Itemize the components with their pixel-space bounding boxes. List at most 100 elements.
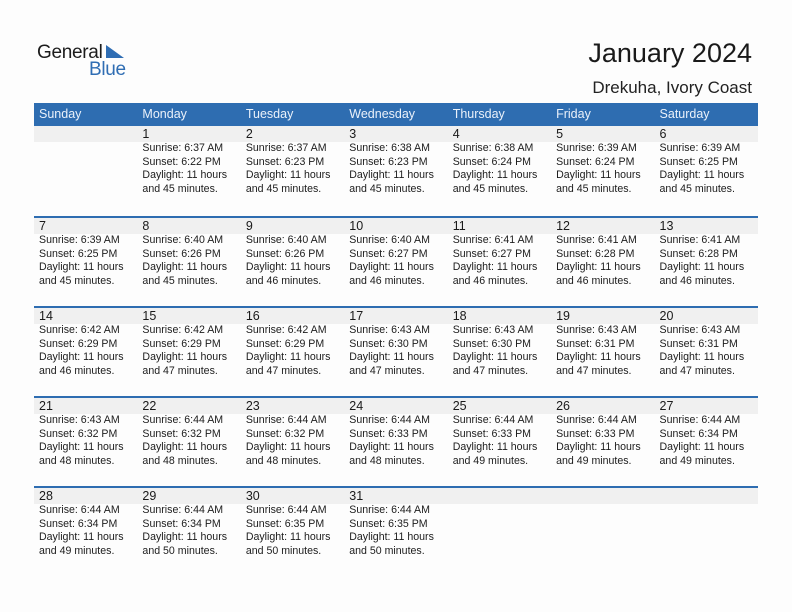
sunrise-text: Sunrise: 6:44 AM — [349, 504, 430, 516]
sunrise-text: Sunrise: 6:43 AM — [659, 324, 741, 336]
daylight-minutes-text: and 49 minutes. — [452, 454, 529, 467]
daylight-text: Daylight: 11 hours — [142, 441, 228, 453]
sunrise-text: Sunrise: 6:37 AM — [245, 142, 327, 154]
sunset-text: Sunset: 6:25 PM — [659, 155, 738, 168]
day-cell: 10 Sunrise: 6:40 AM Sunset: 6:27 PM Dayligh… — [344, 218, 447, 288]
day-cell: 4 Sunrise: 6:38 AM Sunset: 6:24 PM Daylight… — [448, 126, 551, 196]
daylight-minutes-text: and 45 minutes. — [142, 182, 218, 195]
sunset-text: Sunset: 6:33 PM — [556, 427, 635, 440]
daylight-text: Daylight: 11 hours — [245, 169, 331, 181]
day-cell: 24 Sunrise: 6:44 AM Sunset: 6:33 PM Dayligh… — [344, 398, 447, 468]
sunrise-text: Sunrise: 6:40 AM — [349, 234, 430, 246]
sunset-text: Sunset: 6:34 PM — [142, 517, 221, 530]
sunrise-text: Sunrise: 6:40 AM — [142, 234, 224, 246]
day-cell: 30 Sunrise: 6:44 AM Sunset: 6:35 PM Dayligh… — [241, 488, 344, 558]
sunrise-text: Sunrise: 6:38 AM — [452, 142, 534, 154]
daylight-minutes-text: and 46 minutes. — [659, 274, 735, 287]
sunset-text: Sunset: 6:27 PM — [452, 247, 532, 260]
daylight-minutes-text: and 46 minutes. — [452, 274, 529, 287]
daylight-text: Daylight: 11 hours — [245, 531, 331, 543]
day-number: 9 — [245, 219, 253, 233]
daylight-text: Daylight: 11 hours — [659, 261, 745, 273]
daylight-text: Daylight: 11 hours — [245, 261, 331, 273]
day-number: 24 — [349, 399, 364, 413]
sunrise-text: Sunrise: 6:42 AM — [245, 324, 327, 336]
day-cell: 18 Sunrise: 6:43 AM Sunset: 6:30 PM Dayligh… — [448, 308, 551, 378]
sunset-text: Sunset: 6:35 PM — [245, 517, 325, 530]
sunset-text: Sunset: 6:33 PM — [452, 427, 532, 440]
empty-day-cell — [448, 488, 551, 558]
daylight-minutes-text: and 45 minutes. — [452, 182, 529, 195]
day-number: 22 — [142, 399, 157, 413]
sunrise-text: Sunrise: 6:44 AM — [349, 414, 430, 426]
daylight-minutes-text: and 47 minutes. — [452, 364, 529, 377]
daylight-minutes-text: and 46 minutes. — [556, 274, 632, 287]
sunrise-text: Sunrise: 6:43 AM — [349, 324, 430, 336]
daylight-text: Daylight: 11 hours — [245, 441, 331, 453]
daylight-text: Daylight: 11 hours — [39, 441, 124, 453]
sunrise-text: Sunrise: 6:43 AM — [452, 324, 534, 336]
day-cell: 26 Sunrise: 6:44 AM Sunset: 6:33 PM Dayligh… — [551, 398, 654, 468]
day-number: 6 — [659, 127, 667, 141]
daylight-minutes-text: and 47 minutes. — [659, 364, 735, 377]
empty-day-cell — [551, 488, 654, 558]
day-number: 25 — [452, 399, 467, 413]
day-cell: 2 Sunrise: 6:37 AM Sunset: 6:23 PM Daylight… — [241, 126, 344, 196]
day-cell: 28 Sunrise: 6:44 AM Sunset: 6:34 PM Dayligh… — [34, 488, 137, 558]
sunrise-text: Sunrise: 6:42 AM — [142, 324, 224, 336]
daylight-minutes-text: and 49 minutes. — [39, 544, 115, 557]
sunset-text: Sunset: 6:24 PM — [556, 155, 635, 168]
daylight-minutes-text: and 46 minutes. — [245, 274, 322, 287]
sunrise-text: Sunrise: 6:44 AM — [556, 414, 637, 426]
sunset-text: Sunset: 6:33 PM — [349, 427, 428, 440]
sunrise-text: Sunrise: 6:41 AM — [659, 234, 741, 246]
sunset-text: Sunset: 6:34 PM — [659, 427, 738, 440]
daylight-text: Daylight: 11 hours — [142, 531, 228, 543]
daylight-text: Daylight: 11 hours — [556, 351, 641, 363]
sunset-text: Sunset: 6:23 PM — [349, 155, 428, 168]
day-cell: 12 Sunrise: 6:41 AM Sunset: 6:28 PM Dayligh… — [551, 218, 654, 288]
day-number: 29 — [142, 489, 157, 503]
daylight-minutes-text: and 49 minutes. — [659, 454, 735, 467]
day-cell: 7 Sunrise: 6:39 AM Sunset: 6:25 PM Daylight… — [34, 218, 137, 288]
day-number: 19 — [556, 309, 571, 323]
sunrise-text: Sunrise: 6:43 AM — [39, 414, 120, 426]
daylight-text: Daylight: 11 hours — [349, 169, 434, 181]
sunset-text: Sunset: 6:26 PM — [142, 247, 221, 260]
day-cell: 23 Sunrise: 6:44 AM Sunset: 6:32 PM Dayligh… — [241, 398, 344, 468]
day-number: 5 — [556, 127, 564, 141]
weekday-header: Sunday Monday Tuesday Wednesday Thursday… — [34, 103, 758, 126]
sunrise-text: Sunrise: 6:40 AM — [245, 234, 327, 246]
sunrise-text: Sunrise: 6:44 AM — [142, 414, 224, 426]
day-cell: 13 Sunrise: 6:41 AM Sunset: 6:28 PM Dayligh… — [655, 218, 758, 288]
daylight-text: Daylight: 11 hours — [349, 351, 434, 363]
week-row: 28 Sunrise: 6:44 AM Sunset: 6:34 PM Dayligh… — [34, 486, 758, 576]
week-row: 21 Sunrise: 6:43 AM Sunset: 6:32 PM Dayligh… — [34, 396, 758, 486]
day-cell: 17 Sunrise: 6:43 AM Sunset: 6:30 PM Dayligh… — [344, 308, 447, 378]
day-number: 30 — [245, 489, 260, 503]
sunset-text: Sunset: 6:29 PM — [245, 337, 325, 350]
day-number: 18 — [452, 309, 467, 323]
sunrise-text: Sunrise: 6:39 AM — [39, 234, 120, 246]
daylight-text: Daylight: 11 hours — [452, 169, 538, 181]
sunset-text: Sunset: 6:30 PM — [452, 337, 532, 350]
daylight-text: Daylight: 11 hours — [556, 261, 641, 273]
weekday-tuesday: Tuesday — [245, 107, 294, 121]
weekday-wednesday: Wednesday — [349, 107, 416, 121]
daylight-minutes-text: and 49 minutes. — [556, 454, 632, 467]
day-number: 23 — [245, 399, 260, 413]
day-number: 1 — [142, 127, 150, 141]
daylight-minutes-text: and 48 minutes. — [142, 454, 218, 467]
sunset-text: Sunset: 6:29 PM — [142, 337, 221, 350]
daylight-minutes-text: and 46 minutes. — [39, 364, 115, 377]
daylight-text: Daylight: 11 hours — [349, 261, 434, 273]
sunset-text: Sunset: 6:32 PM — [39, 427, 118, 440]
daylight-minutes-text: and 45 minutes. — [659, 182, 735, 195]
daylight-text: Daylight: 11 hours — [659, 169, 745, 181]
sunrise-text: Sunrise: 6:44 AM — [245, 504, 327, 516]
day-cell: 19 Sunrise: 6:43 AM Sunset: 6:31 PM Dayligh… — [551, 308, 654, 378]
week-row: 1 Sunrise: 6:37 AM Sunset: 6:22 PM Daylight… — [34, 126, 758, 216]
week-row: 14 Sunrise: 6:42 AM Sunset: 6:29 PM Dayligh… — [34, 306, 758, 396]
weekday-monday: Monday — [142, 107, 187, 121]
daylight-text: Daylight: 11 hours — [349, 441, 434, 453]
